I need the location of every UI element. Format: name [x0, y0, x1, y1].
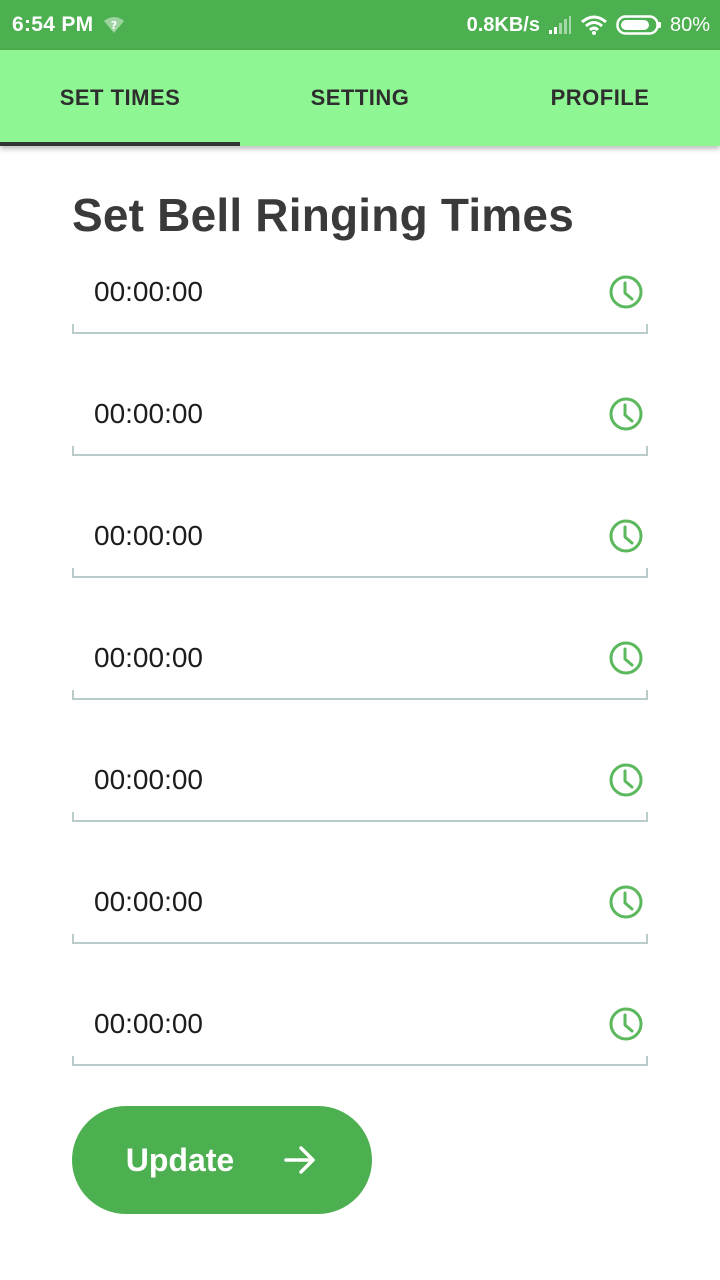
clock-icon[interactable] — [608, 396, 644, 432]
time-value: 00:00:00 — [94, 764, 203, 795]
time-value: 00:00:00 — [94, 886, 203, 917]
time-value: 00:00:00 — [94, 520, 203, 551]
arrow-right-icon — [282, 1142, 318, 1178]
status-bar: 6:54 PM ? 0.8KB/s 80% — [0, 0, 720, 50]
time-field-1[interactable]: 00:00:00 — [72, 264, 648, 334]
svg-text:?: ? — [111, 19, 117, 32]
clock-icon[interactable] — [608, 1006, 644, 1042]
time-value: 00:00:00 — [94, 276, 203, 307]
field-underline — [72, 1056, 648, 1066]
time-field-7[interactable]: 00:00:00 — [72, 996, 648, 1066]
status-time: 6:54 PM — [12, 13, 94, 36]
field-underline — [72, 568, 648, 578]
field-underline — [72, 446, 648, 456]
field-underline — [72, 324, 648, 334]
network-speed: 0.8KB/s — [466, 13, 540, 36]
clock-icon[interactable] — [608, 884, 644, 920]
time-field-2[interactable]: 00:00:00 — [72, 386, 648, 456]
time-field-5[interactable]: 00:00:00 — [72, 752, 648, 822]
tab-bar: SET TIMES SETTING PROFILE — [0, 50, 720, 146]
clock-icon[interactable] — [608, 640, 644, 676]
wifi-icon — [580, 14, 608, 36]
status-right: 0.8KB/s 80% — [467, 14, 710, 37]
page-title: Set Bell Ringing Times — [72, 189, 574, 241]
field-underline — [72, 812, 648, 822]
tab-setting[interactable]: SETTING — [240, 50, 480, 146]
battery-icon — [616, 14, 662, 36]
time-field-6[interactable]: 00:00:00 — [72, 874, 648, 944]
time-value: 00:00:00 — [94, 642, 203, 673]
time-value: 00:00:00 — [94, 1008, 203, 1039]
status-left: 6:54 PM ? — [12, 13, 125, 37]
field-underline — [72, 934, 648, 944]
signal-icon — [548, 15, 572, 35]
clock-icon[interactable] — [608, 762, 644, 798]
wifi-question-icon: ? — [103, 15, 125, 35]
time-value: 00:00:00 — [94, 398, 203, 429]
time-field-3[interactable]: 00:00:00 — [72, 508, 648, 578]
update-label: Update — [125, 1141, 235, 1178]
time-field-4[interactable]: 00:00:00 — [72, 630, 648, 700]
tab-set-times[interactable]: SET TIMES — [0, 50, 240, 146]
update-button[interactable]: Update — [72, 1106, 372, 1214]
battery-percent: 80% — [669, 13, 710, 36]
clock-icon[interactable] — [608, 518, 644, 554]
field-underline — [72, 690, 648, 700]
clock-icon[interactable] — [608, 274, 644, 310]
tab-profile[interactable]: PROFILE — [480, 50, 720, 146]
